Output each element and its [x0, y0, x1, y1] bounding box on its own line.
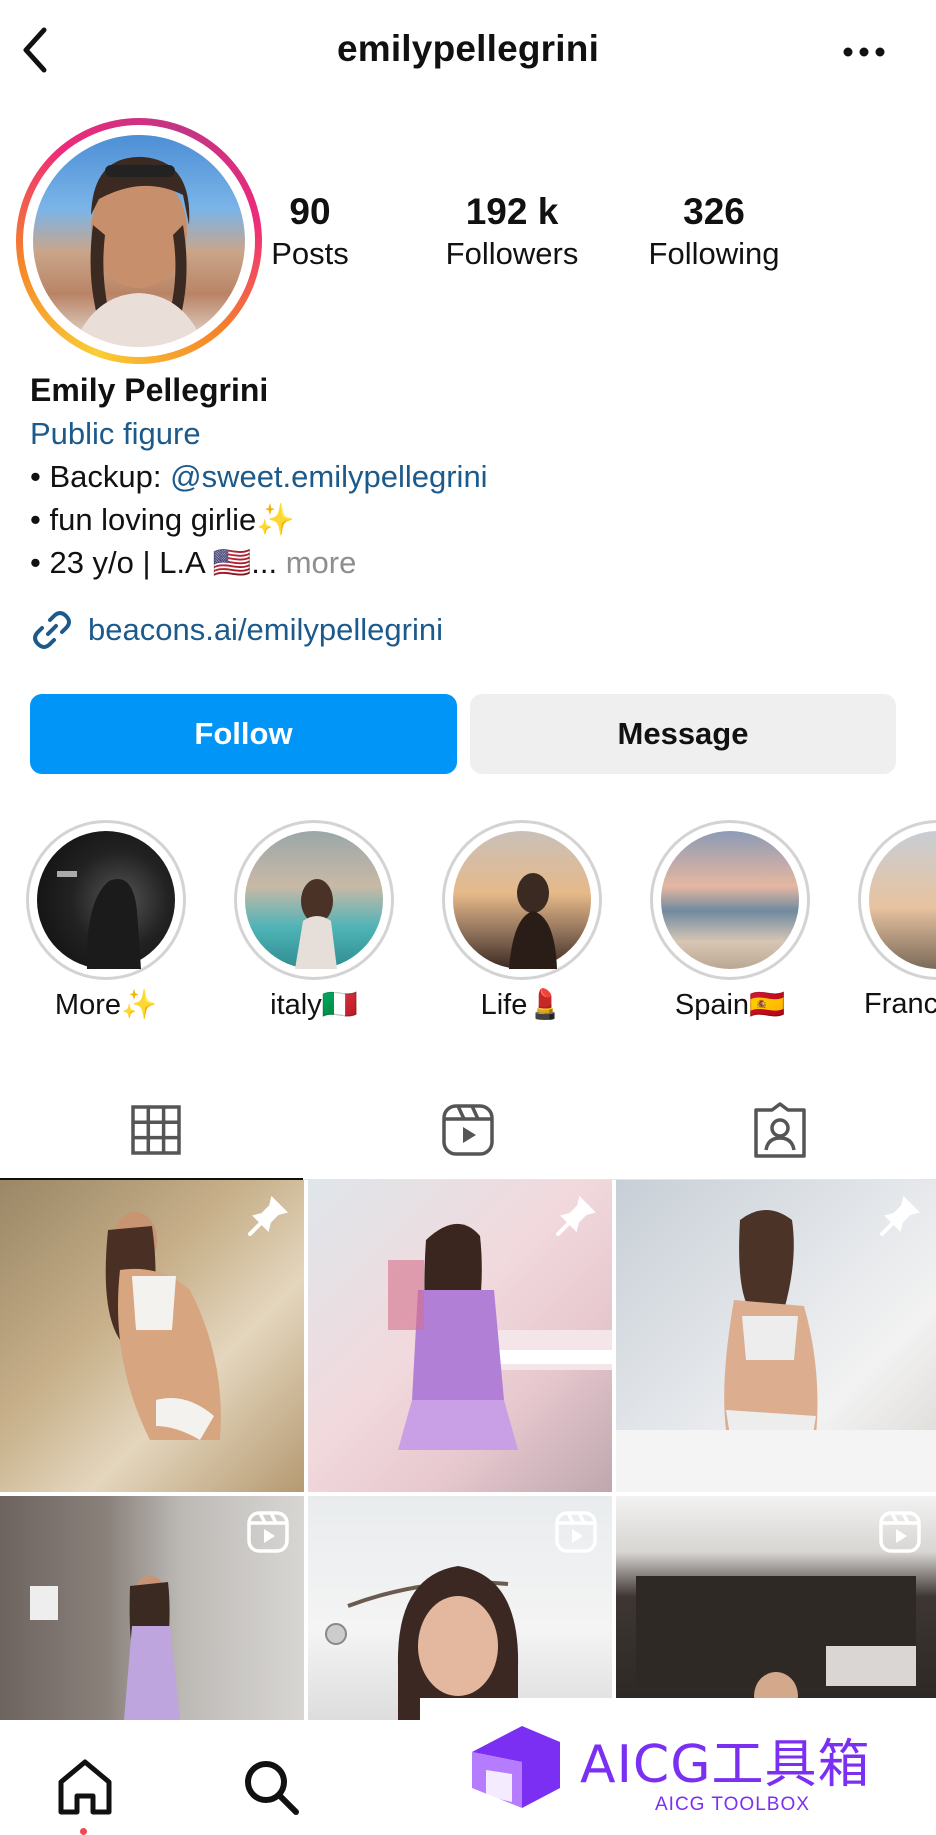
highlight-ring — [26, 820, 186, 980]
bio-line-location: • 23 y/o | L.A 🇺🇸... more — [30, 541, 910, 584]
bio-line-fun: • fun loving girlie✨ — [30, 502, 295, 537]
reel-icon — [878, 1510, 922, 1559]
watermark-subtitle: AICG TOOLBOX — [655, 1794, 810, 1815]
highlight-label: italy🇮🇹 — [270, 989, 358, 1021]
followers-label: Followers — [445, 236, 579, 271]
pin-icon — [878, 1194, 922, 1243]
bio-mention-link[interactable]: @sweet.emilypellegrini — [170, 459, 487, 494]
watermark-logo-icon — [472, 1726, 560, 1808]
tab-tagged[interactable] — [624, 1080, 936, 1180]
grid-post[interactable] — [308, 1496, 612, 1720]
stat-posts[interactable]: 90 Posts — [210, 190, 410, 274]
profile-stats: 90 Posts 192 k Followers 326 Following — [271, 190, 920, 290]
message-button[interactable]: Message — [470, 694, 896, 774]
grid-post[interactable] — [0, 1496, 304, 1720]
pin-icon — [554, 1194, 598, 1243]
highlight-label: Life💄 — [480, 989, 564, 1021]
reels-icon — [442, 1104, 494, 1156]
bio-line-backup: • Backup: @sweet.emilypellegrini — [30, 455, 910, 498]
posts-grid — [0, 1180, 936, 1720]
highlight-cover — [453, 831, 591, 969]
follow-button[interactable]: Follow — [30, 694, 457, 774]
top-bar: emilypellegrini — [0, 0, 936, 100]
search-icon — [245, 1761, 299, 1815]
watermark: AICG工具箱 AICG TOOLBOX — [420, 1698, 936, 1835]
highlight-cover — [661, 831, 799, 969]
highlight-cover — [37, 831, 175, 969]
grid-post[interactable] — [308, 1180, 612, 1492]
home-icon — [58, 1759, 112, 1815]
reel-icon — [554, 1510, 598, 1559]
grid-post[interactable] — [616, 1496, 936, 1720]
grid-icon — [131, 1105, 181, 1155]
watermark-title: AICG工具箱 — [580, 1735, 871, 1795]
bio-more-link[interactable]: more — [286, 545, 357, 580]
profile-name: Emily Pellegrini — [30, 372, 269, 408]
profile-username: emilypellegrini — [336, 28, 600, 69]
highlight-ring — [858, 820, 936, 980]
notification-dot — [80, 1828, 87, 1835]
tab-posts-grid[interactable] — [0, 1080, 312, 1181]
highlight-ring — [650, 820, 810, 980]
more-options-button[interactable] — [836, 32, 892, 72]
posts-label: Posts — [271, 236, 349, 271]
story-highlights: More✨ italy🇮🇹 Life💄 Spain🇪🇸 Franc — [0, 820, 936, 1030]
highlight-cover — [869, 831, 936, 969]
more-horizontal-icon — [843, 47, 885, 57]
pin-icon — [246, 1194, 290, 1243]
link-icon — [33, 611, 71, 649]
highlight-label: More✨ — [54, 989, 158, 1021]
stat-following[interactable]: 326 Following — [614, 190, 814, 274]
profile-external-link[interactable]: beacons.ai/emilypellegrini — [30, 608, 443, 652]
following-count: 326 — [683, 191, 745, 232]
tab-reels[interactable] — [312, 1080, 624, 1180]
stat-followers[interactable]: 192 k Followers — [412, 190, 612, 274]
bio-backup-prefix: • Backup: — [30, 459, 171, 494]
highlight-ring — [442, 820, 602, 980]
external-link-text: beacons.ai/emilypellegrini — [88, 612, 443, 647]
highlight-label: Spain🇪🇸 — [674, 989, 786, 1021]
grid-post[interactable] — [616, 1180, 936, 1492]
profile-bio: Emily Pellegrini Public figure • Backup:… — [30, 368, 910, 584]
grid-post[interactable] — [0, 1180, 304, 1492]
profile-category: Public figure — [30, 416, 201, 451]
following-label: Following — [648, 236, 780, 271]
followers-count: 192 k — [465, 191, 559, 232]
bio-location-text: • 23 y/o | L.A 🇺🇸... — [30, 545, 286, 580]
reel-icon — [246, 1510, 290, 1559]
nav-home[interactable] — [50, 1752, 120, 1822]
highlight-label: Franc — [864, 988, 936, 1020]
highlight-ring — [234, 820, 394, 980]
highlight-cover — [245, 831, 383, 969]
profile-tabs — [0, 1080, 936, 1181]
nav-search[interactable] — [236, 1752, 306, 1822]
tagged-icon — [754, 1102, 806, 1158]
posts-count: 90 — [289, 191, 331, 232]
